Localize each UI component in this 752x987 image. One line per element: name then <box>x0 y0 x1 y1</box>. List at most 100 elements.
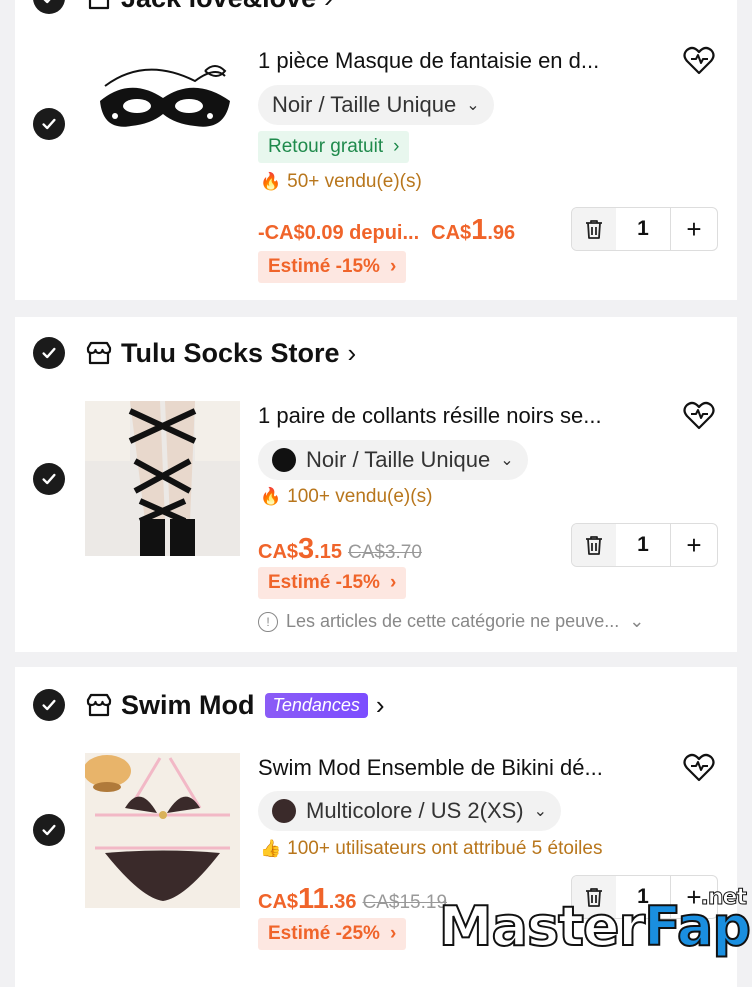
store-card-jack: Jack love&love › 1 pièce Masque de fanta… <box>15 0 737 300</box>
item-select-check[interactable] <box>33 108 65 140</box>
price-currency: CA$ <box>258 891 299 913</box>
price-drop: -CA$0.09 depui... <box>258 222 420 244</box>
quantity-stepper: 1 + <box>571 523 718 567</box>
trash-icon <box>586 536 602 555</box>
heart-plus-icon[interactable] <box>682 44 716 78</box>
store-select-check[interactable] <box>33 689 65 721</box>
chevron-right-icon: › <box>389 256 397 277</box>
store-select-check[interactable] <box>33 337 65 369</box>
check-icon <box>42 824 56 836</box>
variant-label: Noir / Taille Unique <box>306 447 491 472</box>
heart-plus-icon[interactable] <box>682 751 716 785</box>
trash-icon <box>586 220 602 239</box>
product-image-mask[interactable] <box>85 46 240 201</box>
sold-count: 🔥 50+ vendu(e)(s) <box>260 171 422 193</box>
estimate-label: Estimé -25% <box>268 923 380 944</box>
check-icon <box>42 118 56 130</box>
estimate-label: Estimé -15% <box>268 256 380 277</box>
price-decimal: .96 <box>487 222 516 244</box>
watermark: Master Fap .net <box>438 885 752 960</box>
store-name: Tulu Socks Store <box>121 337 340 368</box>
price-row: -CA$0.09 depui... CA$ 1 .96 <box>258 214 515 247</box>
product-image-bikini[interactable] <box>85 753 240 908</box>
fire-icon: 🔥 <box>260 172 282 191</box>
info-icon: ! <box>258 611 278 632</box>
sold-count: 🔥 100+ vendu(e)(s) <box>260 486 432 508</box>
notice-label: Les articles de cette catégorie ne peuve… <box>286 611 620 631</box>
sold-label: 100+ vendu(e)(s) <box>287 486 433 507</box>
free-return-tag[interactable]: Retour gratuit › <box>258 131 410 163</box>
rating-label: 100+ utilisateurs ont attribué 5 étoiles <box>287 838 603 859</box>
variant-label: Multicolore / US 2(XS) <box>306 798 524 823</box>
item-select-check[interactable] <box>33 463 65 495</box>
store-icon <box>85 339 113 367</box>
chevron-down-icon: ⌄ <box>500 452 514 469</box>
delete-button[interactable] <box>572 208 616 250</box>
store-icon <box>85 0 113 12</box>
price-currency: CA$ <box>431 222 472 244</box>
chevron-right-icon: › <box>347 337 357 368</box>
store-select-check[interactable] <box>33 0 65 14</box>
original-price: CA$15.19 <box>362 892 448 913</box>
heart-plus-icon[interactable] <box>682 399 716 433</box>
chevron-down-icon: ⌄ <box>466 97 480 114</box>
product-title[interactable]: 1 paire de collants résille noirs se... <box>258 403 602 429</box>
check-icon <box>42 699 56 711</box>
product-image-tights[interactable] <box>85 401 240 556</box>
chevron-right-icon: › <box>393 136 400 157</box>
chevron-right-icon: › <box>375 689 385 720</box>
store-header[interactable]: Jack love&love › <box>85 0 333 16</box>
category-notice[interactable]: ! Les articles de cette catégorie ne peu… <box>258 611 644 632</box>
item-select-check[interactable] <box>33 814 65 846</box>
delete-button[interactable] <box>572 524 616 566</box>
original-price: CA$3.70 <box>347 542 422 563</box>
sold-label: 50+ vendu(e)(s) <box>287 171 422 192</box>
store-icon <box>85 691 113 719</box>
chevron-right-icon: › <box>324 0 333 14</box>
price-row: CA$ 3 .15 CA$3.70 <box>258 533 422 566</box>
thumbs-up-icon: 👍 <box>260 839 282 858</box>
store-name: Jack love&love <box>121 0 316 14</box>
estimate-discount-tag[interactable]: Estimé -25% › <box>258 918 407 950</box>
plus-button[interactable]: + <box>670 208 717 250</box>
chevron-right-icon: › <box>389 572 397 593</box>
store-header[interactable]: Tulu Socks Store › <box>85 335 356 371</box>
estimate-discount-tag[interactable]: Estimé -15% › <box>258 567 407 599</box>
trending-badge: Tendances <box>264 692 368 718</box>
price-currency: CA$ <box>258 541 299 563</box>
price-integer: 1 <box>471 214 488 246</box>
store-card-tulu: Tulu Socks Store › 1 paire de collants r… <box>15 317 737 652</box>
check-icon <box>42 347 56 359</box>
price-integer: 11 <box>298 883 329 915</box>
variant-selector[interactable]: Noir / Taille Unique ⌄ <box>258 85 494 125</box>
variant-label: Noir / Taille Unique <box>272 92 457 117</box>
quantity-value[interactable]: 1 <box>616 524 670 566</box>
variant-selector[interactable]: Noir / Taille Unique ⌄ <box>258 440 528 480</box>
color-swatch <box>272 799 296 823</box>
color-swatch <box>272 448 296 472</box>
fire-icon: 🔥 <box>260 487 282 506</box>
estimate-discount-tag[interactable]: Estimé -15% › <box>258 251 407 283</box>
chevron-down-icon: ⌄ <box>533 803 548 820</box>
variant-selector[interactable]: Multicolore / US 2(XS) ⌄ <box>258 791 562 831</box>
rating-count: 👍 100+ utilisateurs ont attribué 5 étoil… <box>260 838 602 860</box>
price-decimal: .15 <box>314 541 342 563</box>
quantity-stepper: 1 + <box>571 207 718 251</box>
product-title[interactable]: Swim Mod Ensemble de Bikini dé... <box>258 755 603 781</box>
price-row: CA$ 11 .36 CA$15.19 <box>258 883 447 916</box>
watermark-part1: Master <box>438 894 646 959</box>
watermark-suffix: .net <box>700 885 747 911</box>
quantity-value[interactable]: 1 <box>616 208 670 250</box>
price-decimal: .36 <box>328 891 357 913</box>
free-return-label: Retour gratuit <box>268 136 384 157</box>
chevron-right-icon: › <box>389 923 397 944</box>
check-icon <box>42 473 56 485</box>
price-integer: 3 <box>298 533 315 565</box>
product-title[interactable]: 1 pièce Masque de fantaisie en d... <box>258 48 599 74</box>
store-header[interactable]: Swim Mod Tendances › <box>85 687 385 723</box>
chevron-down-icon: ⌄ <box>629 611 645 631</box>
check-icon <box>43 0 51 4</box>
estimate-label: Estimé -15% <box>268 572 380 593</box>
plus-button[interactable]: + <box>670 524 717 566</box>
store-name: Swim Mod <box>121 689 255 720</box>
